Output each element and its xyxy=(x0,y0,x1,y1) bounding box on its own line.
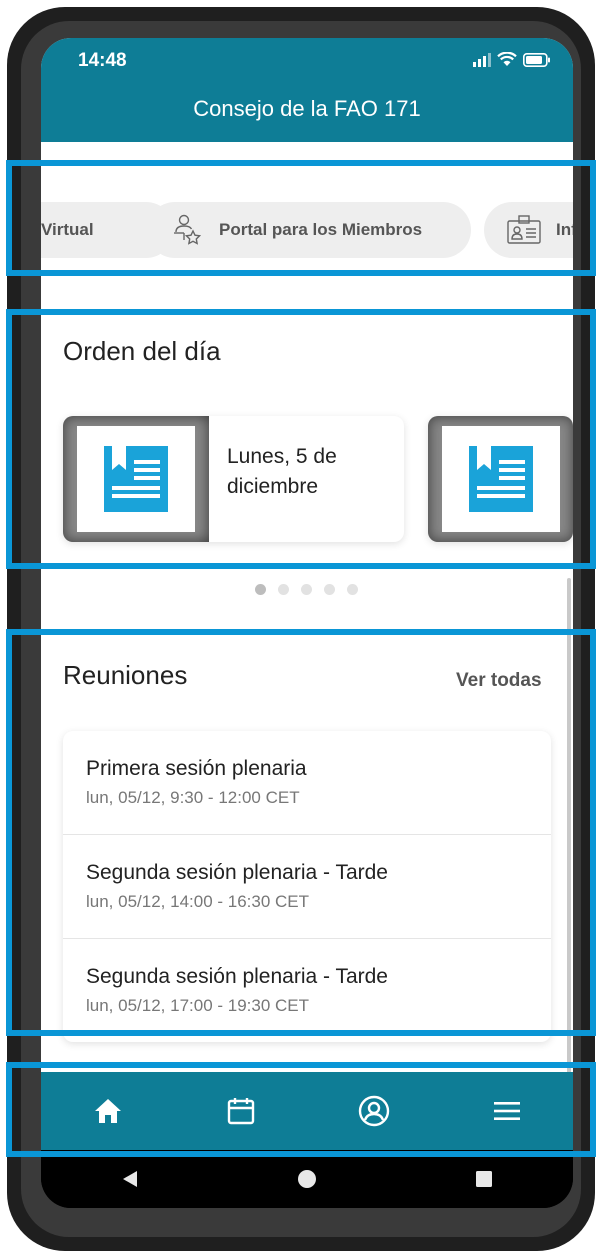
carousel-dot[interactable] xyxy=(347,584,358,595)
back-icon[interactable] xyxy=(119,1168,141,1190)
highlight-bottom-nav xyxy=(6,1062,596,1157)
carousel-dot[interactable] xyxy=(324,584,335,595)
wifi-icon xyxy=(497,52,517,66)
signal-icon xyxy=(473,52,491,67)
app-header: 14:48 Consejo de la FAO 171 xyxy=(41,38,573,142)
recents-icon[interactable] xyxy=(473,1168,495,1190)
carousel-indicator[interactable] xyxy=(255,584,358,595)
carousel-dot[interactable] xyxy=(278,584,289,595)
status-time: 14:48 xyxy=(78,50,127,71)
status-icons xyxy=(473,52,551,67)
battery-icon xyxy=(523,52,550,67)
carousel-dot[interactable] xyxy=(255,584,266,595)
system-nav-bar xyxy=(41,1150,573,1208)
home-circle-icon[interactable] xyxy=(296,1168,318,1190)
highlight-meetings xyxy=(6,629,596,1036)
app-title: Consejo de la FAO 171 xyxy=(193,96,421,121)
carousel-dot[interactable] xyxy=(301,584,312,595)
highlight-quick-links xyxy=(6,160,596,276)
highlight-agenda xyxy=(6,309,596,569)
